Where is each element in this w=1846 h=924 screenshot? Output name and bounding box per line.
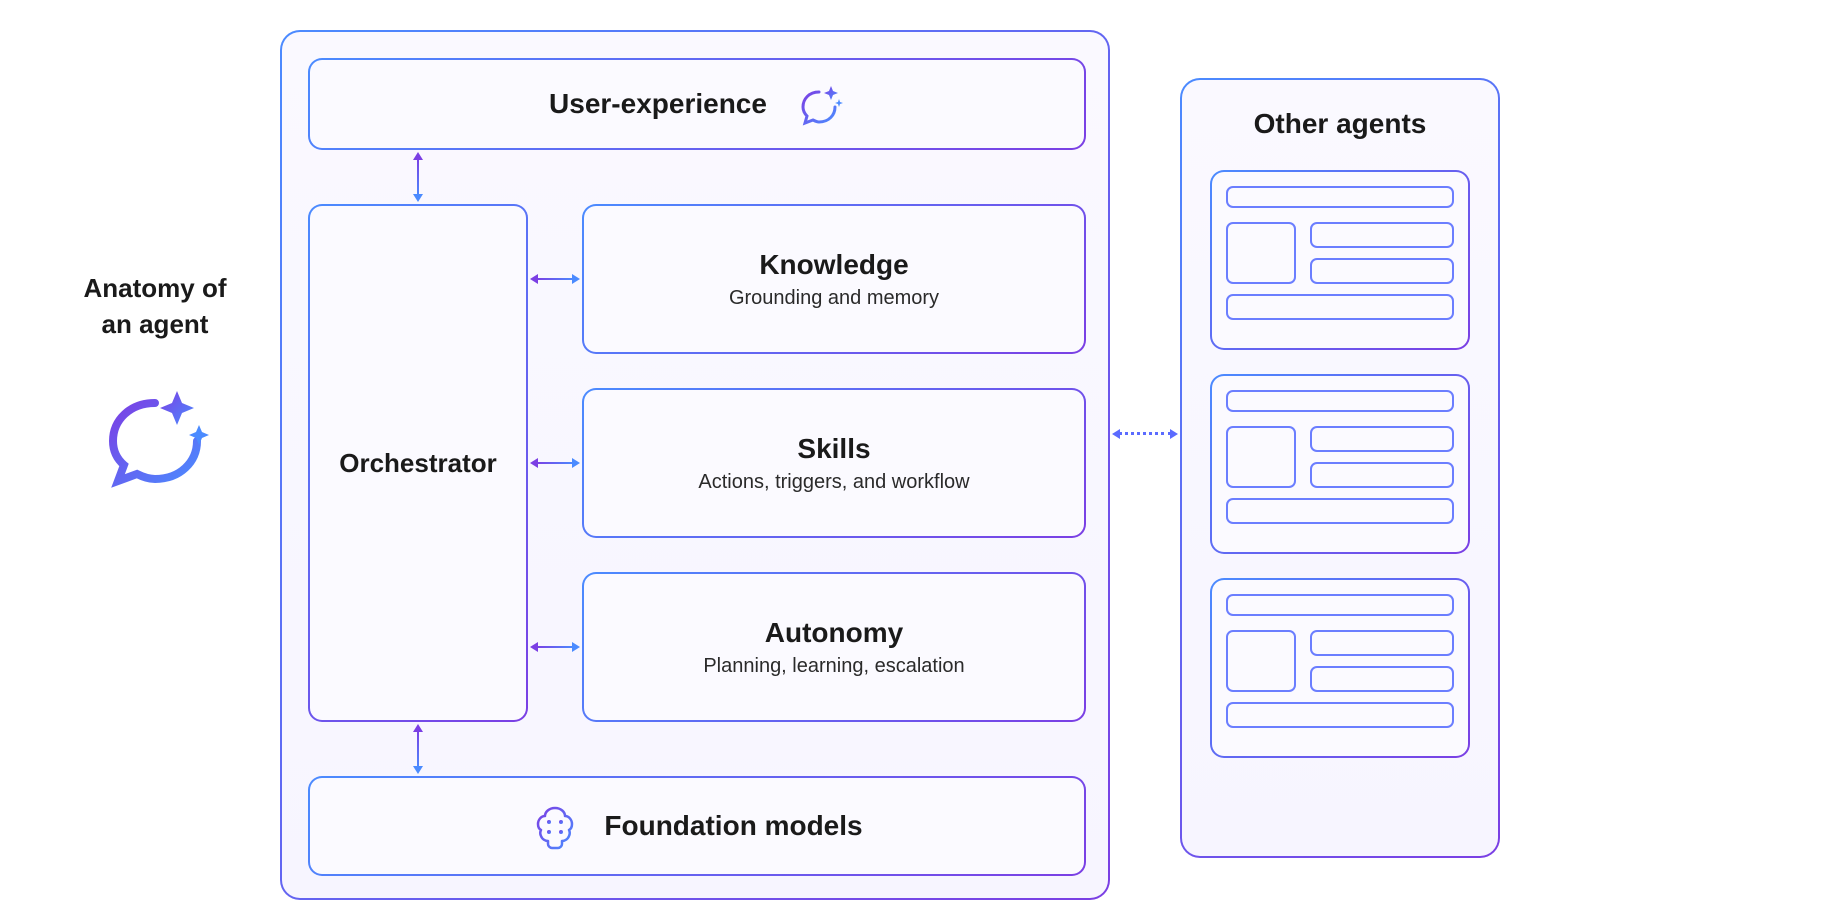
knowledge-box: Knowledge Grounding and memory bbox=[582, 204, 1086, 354]
knowledge-title: Knowledge bbox=[759, 249, 908, 281]
mini-card-row-icon bbox=[1310, 426, 1454, 452]
arrow-orchestrator-autonomy bbox=[536, 646, 574, 648]
other-agent-card bbox=[1210, 578, 1470, 758]
skills-title: Skills bbox=[797, 433, 870, 465]
mini-card-footer-icon bbox=[1226, 498, 1454, 524]
mini-card-row-icon bbox=[1310, 258, 1454, 284]
title-line-1: Anatomy of bbox=[84, 273, 227, 303]
mini-card-footer-icon bbox=[1226, 294, 1454, 320]
mini-card-side-icon bbox=[1226, 630, 1296, 692]
chat-sparkle-small-icon bbox=[797, 80, 845, 128]
autonomy-box: Autonomy Planning, learning, escalation bbox=[582, 572, 1086, 722]
other-agent-card bbox=[1210, 170, 1470, 350]
other-agent-card bbox=[1210, 374, 1470, 554]
mini-card-header-icon bbox=[1226, 594, 1454, 616]
other-agents-panel: Other agents bbox=[1180, 78, 1500, 858]
user-experience-box: User-experience bbox=[308, 58, 1086, 150]
agent-anatomy-inner: User-experience Orchestrator Kno bbox=[282, 32, 1108, 898]
title-line-2: an agent bbox=[102, 309, 209, 339]
mini-card-side-icon bbox=[1226, 426, 1296, 488]
diagram-title: Anatomy of an agent bbox=[60, 270, 250, 343]
agent-anatomy-container: User-experience Orchestrator Kno bbox=[280, 30, 1110, 900]
orchestrator-label: Orchestrator bbox=[339, 448, 497, 479]
mini-card-header-icon bbox=[1226, 186, 1454, 208]
mini-card-row-icon bbox=[1310, 462, 1454, 488]
skills-subtitle: Actions, triggers, and workflow bbox=[698, 471, 969, 494]
foundation-models-box: Foundation models bbox=[308, 776, 1086, 876]
arrow-orchestrator-knowledge bbox=[536, 278, 574, 280]
mini-card-footer-icon bbox=[1226, 702, 1454, 728]
orchestrator-box: Orchestrator bbox=[308, 204, 528, 722]
arrow-ux-orchestrator bbox=[417, 158, 419, 196]
mini-card-side-icon bbox=[1226, 222, 1296, 284]
mini-card-row-icon bbox=[1310, 630, 1454, 656]
mini-card-header-icon bbox=[1226, 390, 1454, 412]
foundation-models-label: Foundation models bbox=[604, 810, 862, 842]
arrow-to-other-agents bbox=[1118, 432, 1172, 435]
mini-card-row-icon bbox=[1310, 666, 1454, 692]
autonomy-subtitle: Planning, learning, escalation bbox=[703, 655, 964, 678]
skills-box: Skills Actions, triggers, and workflow bbox=[582, 388, 1086, 538]
autonomy-title: Autonomy bbox=[765, 617, 903, 649]
brain-icon bbox=[531, 802, 579, 850]
mini-card-row-icon bbox=[1310, 222, 1454, 248]
other-agents-title: Other agents bbox=[1254, 108, 1427, 140]
arrow-orchestrator-foundation bbox=[417, 730, 419, 768]
arrow-orchestrator-skills bbox=[536, 462, 574, 464]
diagram-title-block: Anatomy of an agent bbox=[60, 270, 250, 493]
knowledge-subtitle: Grounding and memory bbox=[729, 287, 939, 310]
user-experience-label: User-experience bbox=[549, 88, 767, 120]
chat-sparkle-icon bbox=[95, 373, 215, 493]
